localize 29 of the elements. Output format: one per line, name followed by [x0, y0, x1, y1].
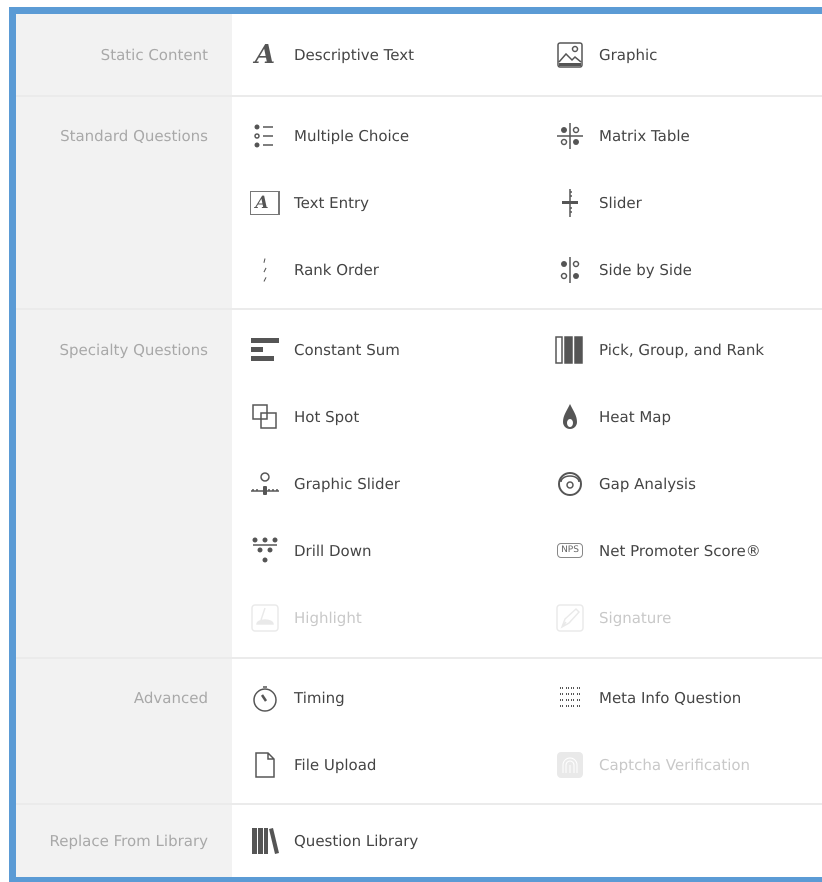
section-label: Replace From Library: [48, 831, 209, 851]
question-type-option[interactable]: File Upload: [294, 756, 376, 774]
question-type-option[interactable]: Rank Order: [294, 260, 379, 278]
columns-icon: [554, 334, 586, 366]
tag-icon: NPS: [557, 543, 583, 558]
question-type-option[interactable]: Hot Spot: [294, 408, 360, 426]
text-field-icon: A: [250, 190, 280, 214]
question-type-option[interactable]: Constant Sum: [294, 340, 400, 358]
section-label: Advanced: [132, 688, 209, 708]
section-label: Static Content: [100, 45, 209, 65]
question-type-option[interactable]: Graphic: [599, 46, 658, 64]
question-type-option[interactable]: Timing: [294, 688, 345, 706]
question-type-option[interactable]: Heat Map: [599, 408, 672, 426]
question-type-option[interactable]: Descriptive Text: [294, 46, 414, 64]
question-type-option[interactable]: Multiple Choice: [294, 126, 410, 144]
question-type-option[interactable]: Matrix Table: [599, 126, 690, 144]
question-type-option[interactable]: Side by Side: [599, 260, 692, 278]
section-label: Specialty Questions: [58, 340, 209, 360]
question-type-option[interactable]: Drill Down: [294, 542, 372, 560]
section-label: Standard Questions: [59, 126, 209, 146]
question-type-option[interactable]: Gap Analysis: [599, 474, 696, 492]
question-type-option[interactable]: Graphic Slider: [294, 474, 400, 492]
question-type-option[interactable]: Question Library: [294, 832, 418, 850]
question-type-option[interactable]: Text Entry: [294, 194, 370, 212]
letter-icon: A: [254, 42, 276, 68]
question-type-option[interactable]: Slider: [599, 194, 642, 212]
question-type-option[interactable]: Net Promoter Score®: [599, 542, 761, 560]
question-type-option[interactable]: Meta Info Question: [599, 688, 742, 706]
question-type-option[interactable]: Pick, Group, and Rank: [599, 340, 764, 358]
